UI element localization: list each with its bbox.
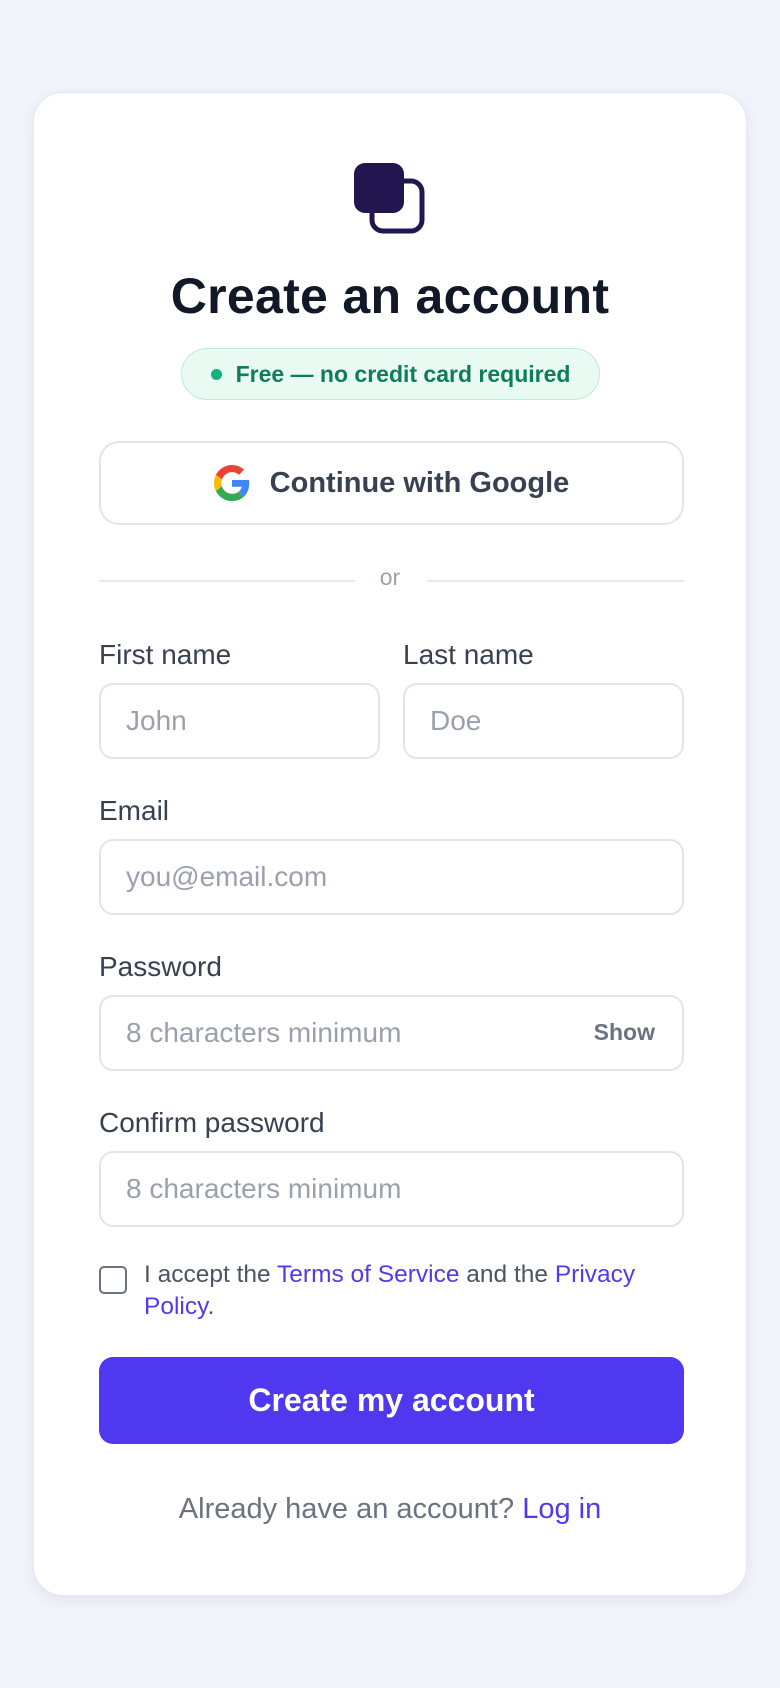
page-title: Create an account [170, 268, 610, 324]
password-label: Password [99, 951, 222, 982]
create-account-button[interactable]: Create my account [99, 1357, 684, 1444]
confirm-password-label: Confirm password [99, 1107, 325, 1138]
accept-terms-checkbox[interactable] [99, 1266, 127, 1294]
terms-of-service-link[interactable]: Terms of Service [277, 1261, 459, 1288]
email-placeholder: you@email.com [126, 861, 328, 892]
first-name-input[interactable]: John [99, 683, 380, 759]
first-name-placeholder: John [126, 705, 187, 736]
continue-with-google-button[interactable]: Continue with Google [99, 441, 684, 525]
confirm-password-input[interactable]: 8 characters minimum [99, 1151, 684, 1227]
terms-middle: and the [459, 1261, 555, 1288]
confirm-password-placeholder: 8 characters minimum [126, 1173, 402, 1204]
badge-text: Free — no credit card required [235, 360, 571, 387]
last-name-input[interactable]: Doe [403, 683, 684, 759]
show-password-button[interactable]: Show [594, 1019, 655, 1046]
terms-suffix: . [207, 1293, 215, 1320]
email-label: Email [99, 795, 170, 826]
status-dot-icon [210, 368, 222, 380]
terms-text: I accept the Terms of Service and the Pr… [144, 1259, 684, 1323]
password-placeholder: 8 characters minimum [126, 1017, 402, 1048]
signup-card: Create an account Free — no credit card … [33, 92, 747, 1596]
google-icon [213, 465, 249, 501]
password-input[interactable]: 8 characters minimum Show [99, 995, 684, 1071]
last-name-placeholder: Doe [430, 705, 482, 736]
terms-prefix: I accept the [144, 1261, 278, 1288]
log-in-link[interactable]: Log in [522, 1493, 601, 1525]
free-badge: Free — no credit card required [181, 348, 600, 400]
stacked-squares-logo [354, 163, 425, 234]
google-button-label: Continue with Google [269, 466, 570, 499]
email-input[interactable]: you@email.com [99, 839, 684, 915]
divider-or: or [379, 564, 401, 590]
login-prompt-text: Already have an account? [178, 1493, 523, 1525]
first-name-label: First name [99, 639, 232, 670]
login-prompt: Already have an account? Log in [34, 1493, 746, 1526]
last-name-label: Last name [403, 639, 534, 670]
